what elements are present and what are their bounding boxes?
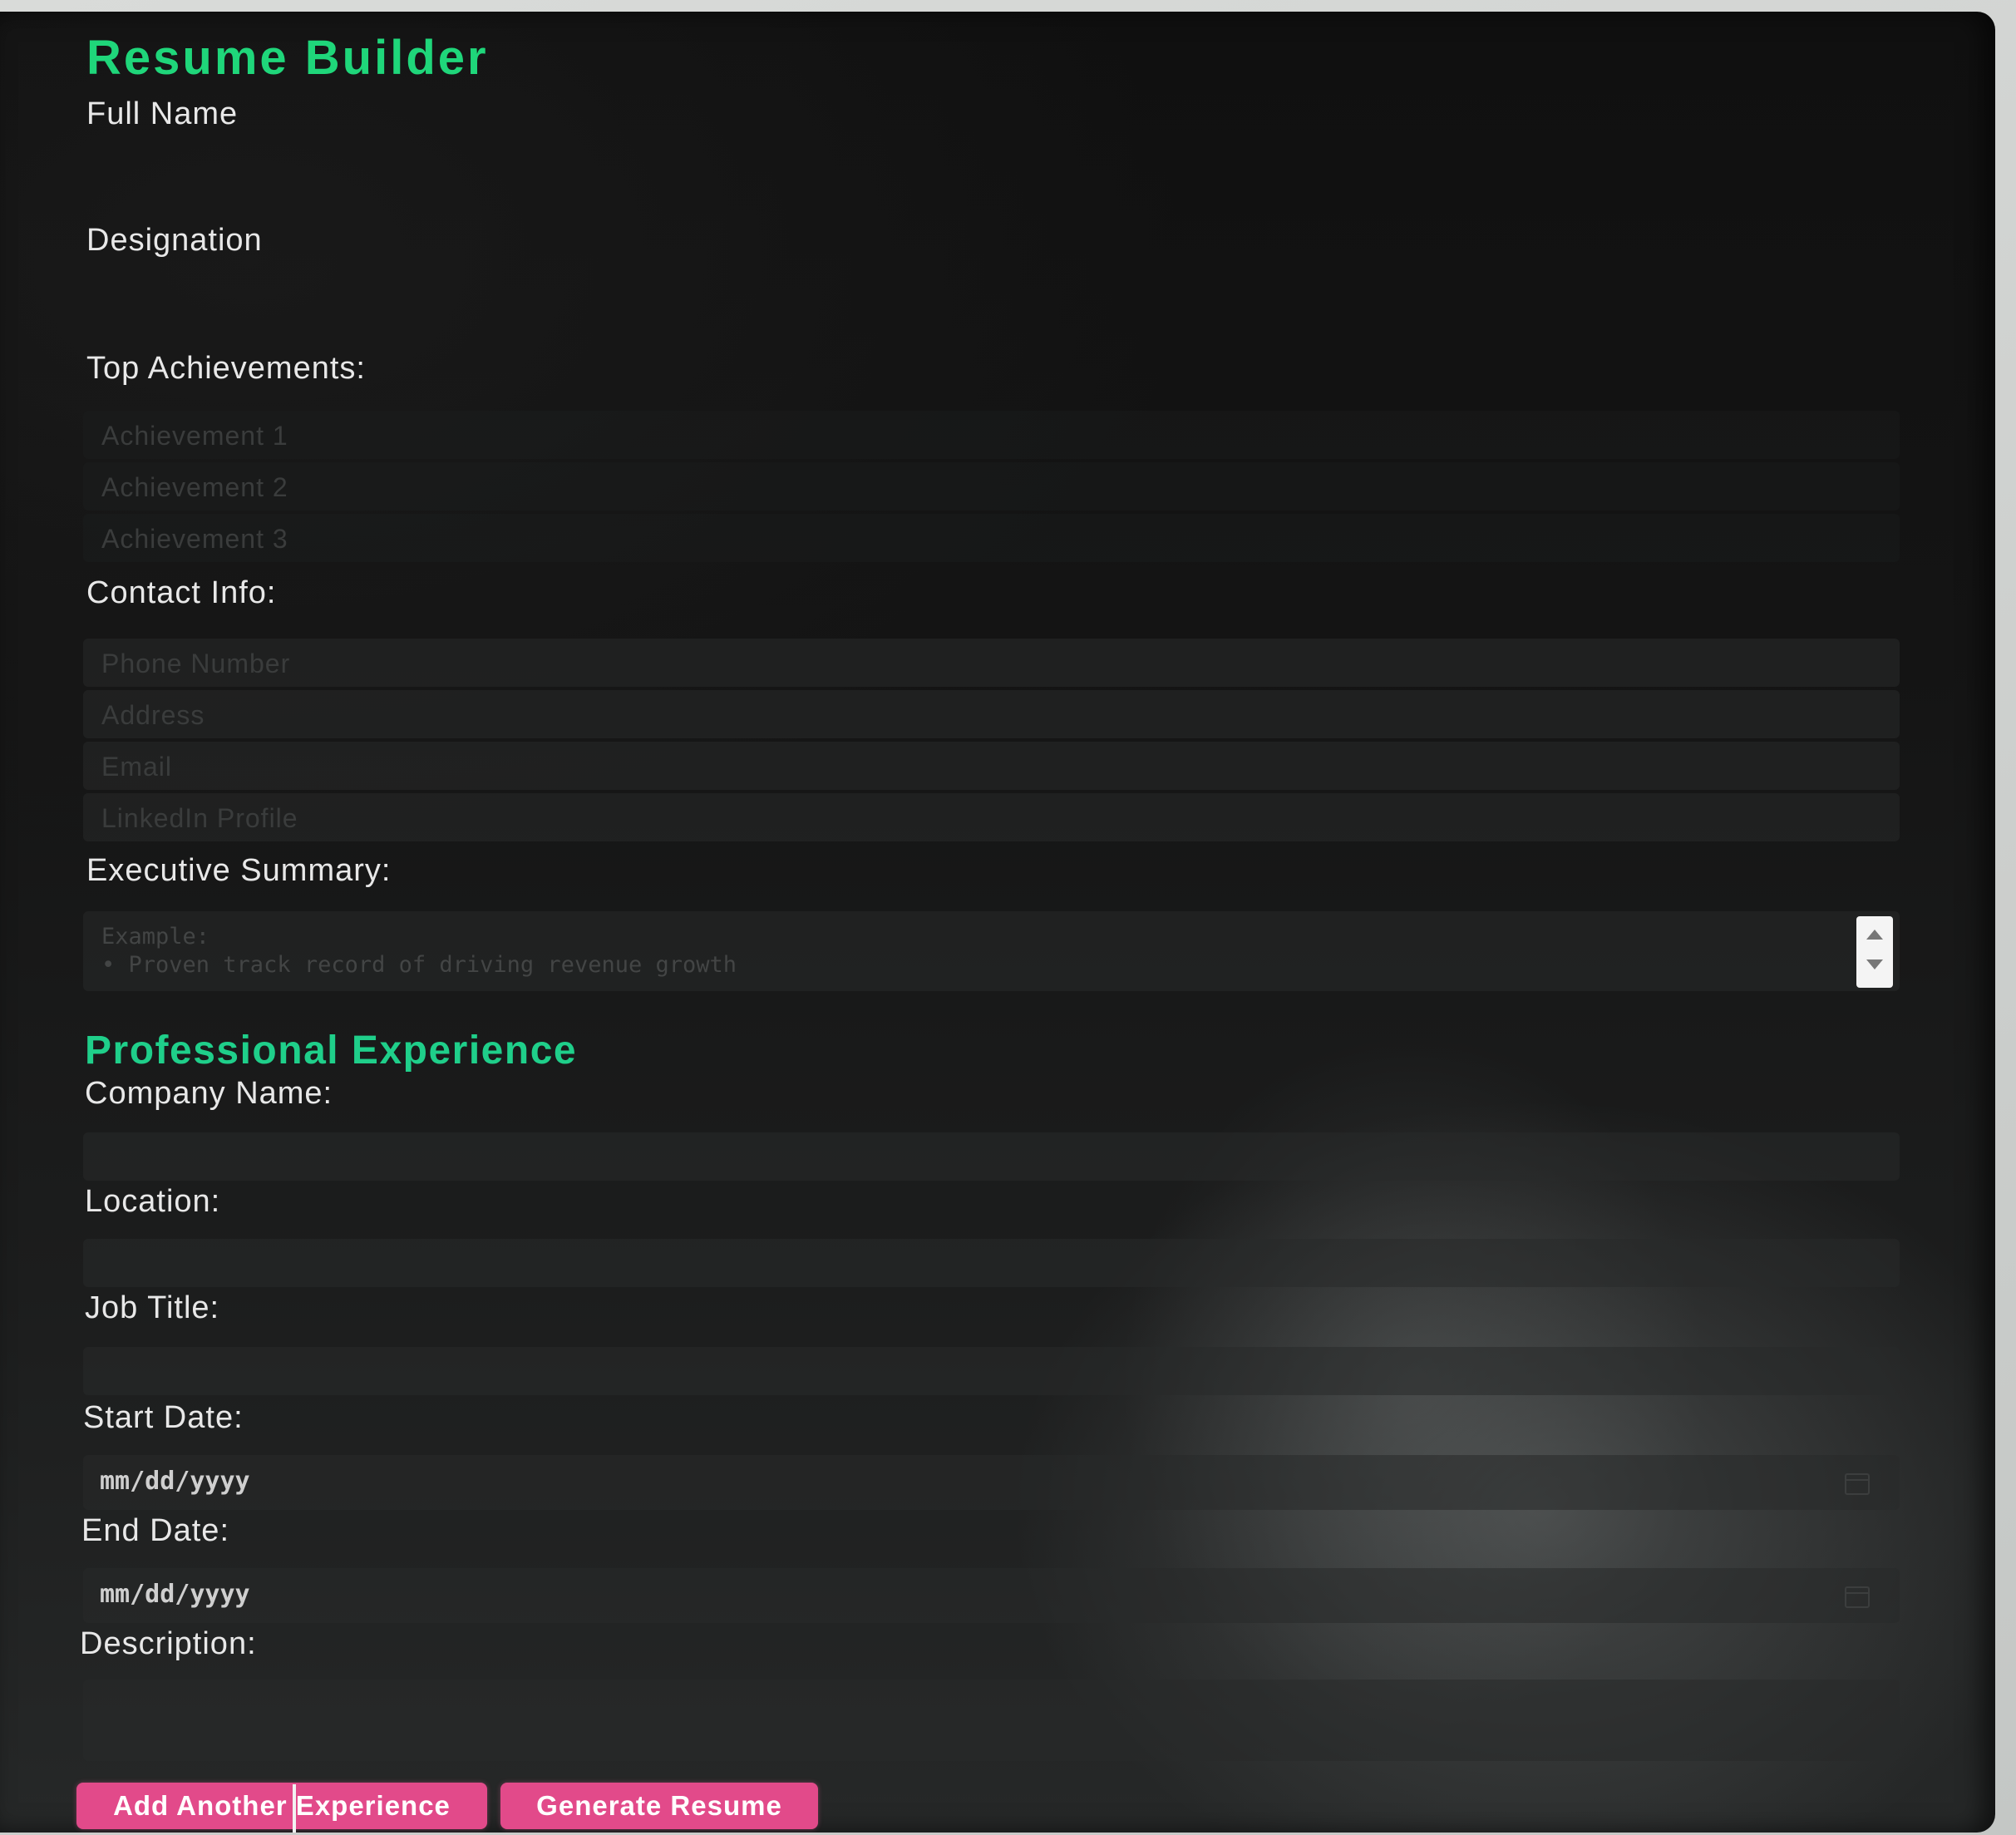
achievement-input-2[interactable]: Achievement 2: [83, 462, 1900, 511]
location-input[interactable]: [83, 1239, 1900, 1287]
start-date-label: Start Date:: [83, 1400, 244, 1435]
linkedin-placeholder: LinkedIn Profile: [101, 803, 298, 833]
browser-viewport: Resume Builder Full Name Designation Top…: [0, 12, 1995, 1833]
job-title-label: Job Title:: [85, 1290, 220, 1325]
achievement-1-placeholder: Achievement 1: [101, 421, 288, 451]
page-title: Resume Builder: [86, 31, 489, 85]
achievement-3-placeholder: Achievement 3: [101, 524, 288, 554]
achievements-label: Top Achievements:: [86, 351, 366, 386]
full-name-label: Full Name: [86, 96, 239, 131]
add-experience-button[interactable]: Add Another Experience: [76, 1783, 487, 1829]
textarea-scroll-control[interactable]: [1856, 916, 1893, 988]
phone-input[interactable]: Phone Number: [83, 639, 1900, 687]
full-name-input[interactable]: [83, 141, 1900, 191]
start-date-placeholder: mm/dd/yyyy: [100, 1467, 250, 1496]
company-name-input[interactable]: [83, 1132, 1900, 1181]
designation-label: Designation: [86, 223, 263, 258]
location-label: Location:: [85, 1184, 221, 1219]
company-name-label: Company Name:: [85, 1076, 333, 1111]
generate-resume-button[interactable]: Generate Resume: [500, 1783, 818, 1829]
calendar-icon[interactable]: [1845, 1473, 1870, 1495]
job-title-input[interactable]: [83, 1347, 1900, 1395]
text-cursor: [293, 1784, 296, 1833]
calendar-icon[interactable]: [1845, 1586, 1870, 1608]
linkedin-input[interactable]: LinkedIn Profile: [83, 793, 1900, 841]
address-placeholder: Address: [101, 700, 205, 730]
end-date-label: End Date:: [81, 1513, 229, 1548]
executive-summary-textarea[interactable]: Example: • Proven track record of drivin…: [83, 911, 1900, 991]
contact-info-label: Contact Info:: [86, 575, 277, 610]
end-date-placeholder: mm/dd/yyyy: [100, 1580, 250, 1609]
achievement-input-1[interactable]: Achievement 1: [83, 411, 1900, 459]
chevron-up-icon[interactable]: [1866, 930, 1883, 940]
address-input[interactable]: Address: [83, 690, 1900, 738]
email-placeholder: Email: [101, 752, 173, 782]
chevron-down-icon[interactable]: [1866, 959, 1883, 969]
email-input[interactable]: Email: [83, 742, 1900, 790]
achievement-2-placeholder: Achievement 2: [101, 472, 288, 502]
achievement-input-3[interactable]: Achievement 3: [83, 514, 1900, 562]
end-date-input[interactable]: mm/dd/yyyy: [83, 1568, 1900, 1623]
executive-summary-placeholder: Example: • Proven track record of drivin…: [101, 924, 737, 978]
start-date-input[interactable]: mm/dd/yyyy: [83, 1455, 1900, 1510]
designation-input[interactable]: [83, 269, 1900, 319]
description-label: Description:: [80, 1626, 257, 1661]
phone-placeholder: Phone Number: [101, 649, 291, 678]
executive-summary-label: Executive Summary:: [86, 853, 392, 888]
description-textarea[interactable]: [83, 1680, 1900, 1761]
professional-experience-heading: Professional Experience: [85, 1028, 578, 1073]
